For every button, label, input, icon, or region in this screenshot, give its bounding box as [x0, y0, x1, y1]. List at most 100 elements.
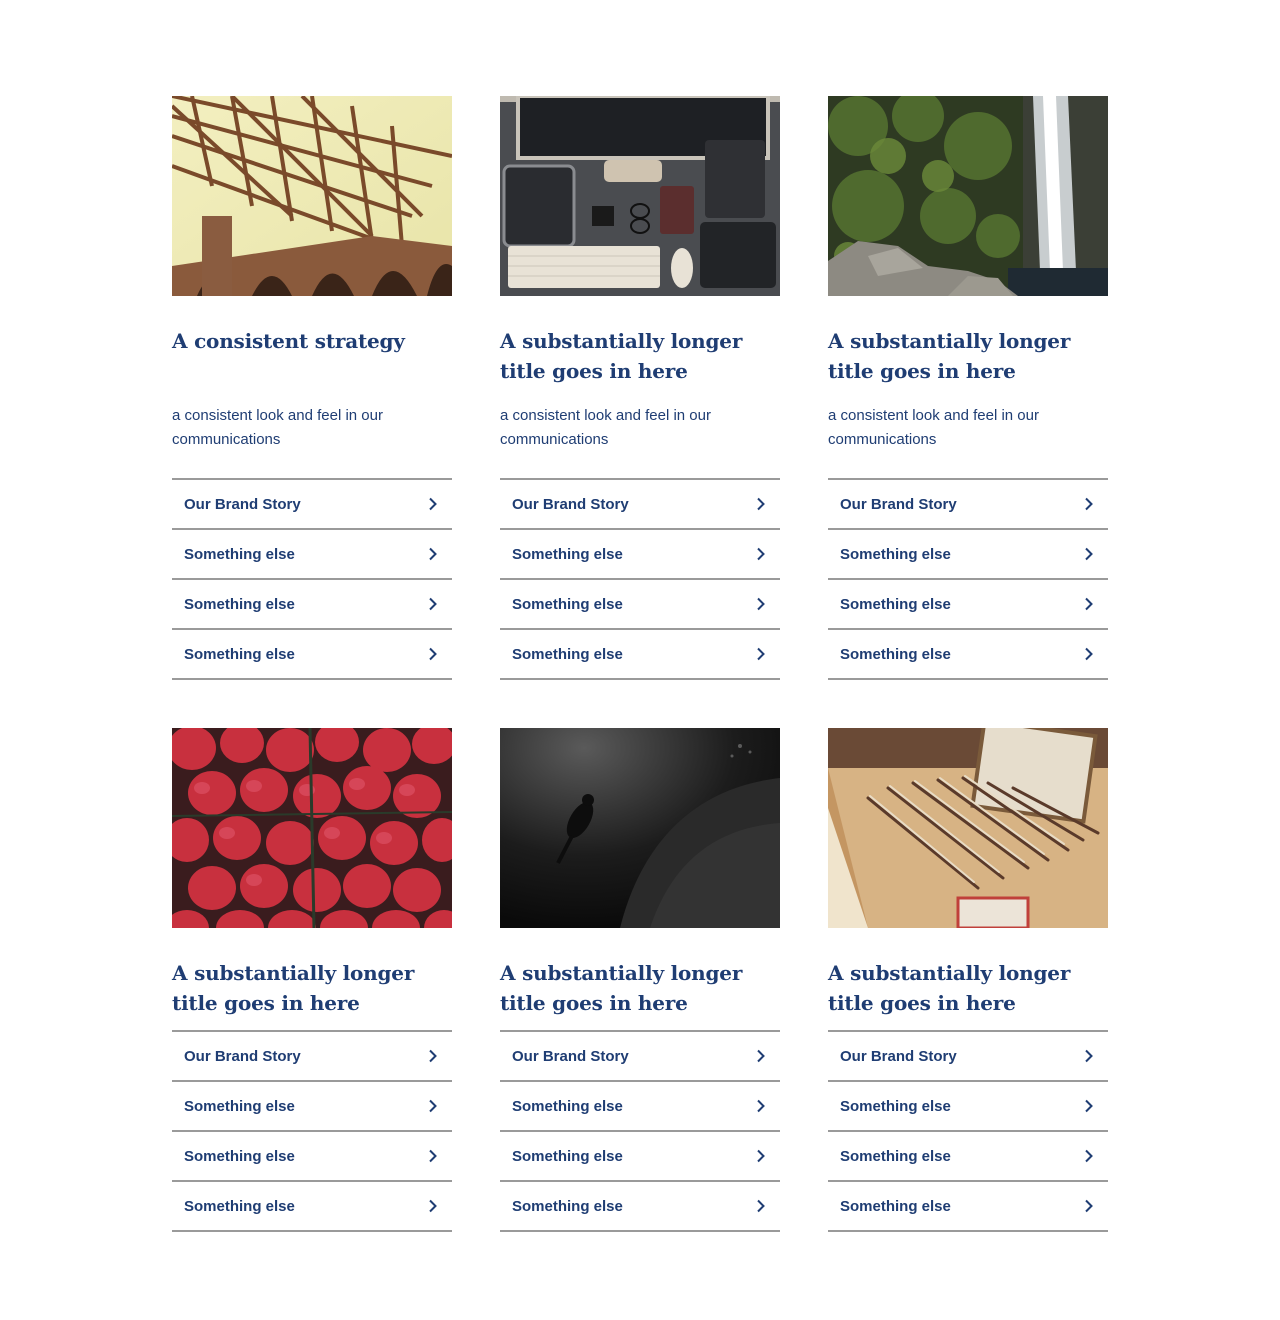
link-something-else[interactable]: Something else	[500, 1182, 780, 1232]
chevron-right-icon	[757, 1199, 765, 1213]
link-label: Something else	[512, 645, 623, 663]
link-label: Something else	[840, 1197, 951, 1215]
link-label: Something else	[840, 545, 951, 563]
link-label: Something else	[184, 545, 295, 563]
pencils-image	[828, 728, 1108, 928]
link-something-else[interactable]: Something else	[828, 1132, 1108, 1182]
card: A consistent strategy a consistent look …	[172, 96, 452, 680]
link-list: Our Brand Story Something else Something…	[828, 478, 1108, 680]
link-something-else[interactable]: Something else	[172, 630, 452, 680]
card: A substantially longer title goes in her…	[828, 728, 1108, 1232]
card: A substantially longer title goes in her…	[828, 96, 1108, 680]
card-row: A substantially longer title goes in her…	[172, 728, 1108, 1232]
card-description: a consistent look and feel in our commun…	[500, 407, 711, 448]
card-title: A substantially longer title goes in her…	[500, 961, 743, 1015]
diver-image	[500, 728, 780, 928]
link-something-else[interactable]: Something else	[500, 1082, 780, 1132]
link-something-else[interactable]: Something else	[828, 1082, 1108, 1132]
link-something-else[interactable]: Something else	[828, 1182, 1108, 1232]
link-label: Something else	[184, 1147, 295, 1165]
link-label: Something else	[184, 1197, 295, 1215]
link-label: Something else	[840, 1147, 951, 1165]
link-our-brand-story[interactable]: Our Brand Story	[828, 480, 1108, 530]
card-title: A substantially longer title goes in her…	[828, 961, 1071, 1015]
link-something-else[interactable]: Something else	[172, 530, 452, 580]
chevron-right-icon	[757, 1049, 765, 1063]
chevron-right-icon	[429, 597, 437, 611]
link-list: Our Brand Story Something else Something…	[828, 1030, 1108, 1232]
link-something-else[interactable]: Something else	[500, 580, 780, 630]
card-title: A substantially longer title goes in her…	[828, 329, 1071, 383]
chevron-right-icon	[1085, 547, 1093, 561]
chevron-right-icon	[1085, 1099, 1093, 1113]
link-label: Our Brand Story	[512, 1047, 629, 1065]
chevron-right-icon	[429, 497, 437, 511]
chevron-right-icon	[1085, 497, 1093, 511]
chevron-right-icon	[1085, 647, 1093, 661]
link-our-brand-story[interactable]: Our Brand Story	[828, 1032, 1108, 1082]
card-description: a consistent look and feel in our commun…	[172, 407, 383, 448]
card-description: a consistent look and feel in our commun…	[828, 407, 1039, 448]
link-label: Something else	[184, 595, 295, 613]
link-label: Something else	[840, 595, 951, 613]
chevron-right-icon	[429, 1199, 437, 1213]
link-label: Something else	[184, 1097, 295, 1115]
link-list: Our Brand Story Something else Something…	[172, 1030, 452, 1232]
link-list: Our Brand Story Something else Something…	[172, 478, 452, 680]
link-label: Our Brand Story	[840, 1047, 957, 1065]
chevron-right-icon	[429, 547, 437, 561]
link-our-brand-story[interactable]: Our Brand Story	[500, 480, 780, 530]
link-our-brand-story[interactable]: Our Brand Story	[172, 1032, 452, 1082]
card-grid: A consistent strategy a consistent look …	[172, 96, 1108, 1232]
link-something-else[interactable]: Something else	[500, 630, 780, 680]
chevron-right-icon	[757, 1099, 765, 1113]
chevron-right-icon	[429, 1149, 437, 1163]
chevron-right-icon	[429, 1099, 437, 1113]
link-label: Something else	[512, 1197, 623, 1215]
link-something-else[interactable]: Something else	[828, 630, 1108, 680]
chevron-right-icon	[1085, 1149, 1093, 1163]
chevron-right-icon	[1085, 1199, 1093, 1213]
link-something-else[interactable]: Something else	[828, 530, 1108, 580]
chevron-right-icon	[429, 647, 437, 661]
link-list: Our Brand Story Something else Something…	[500, 478, 780, 680]
card-row: A consistent strategy a consistent look …	[172, 96, 1108, 680]
link-something-else[interactable]: Something else	[172, 1132, 452, 1182]
chevron-right-icon	[1085, 597, 1093, 611]
link-something-else[interactable]: Something else	[500, 530, 780, 580]
link-label: Something else	[840, 645, 951, 663]
chevron-right-icon	[429, 1049, 437, 1063]
link-something-else[interactable]: Something else	[172, 1182, 452, 1232]
link-label: Our Brand Story	[184, 495, 301, 513]
card: A substantially longer title goes in her…	[500, 96, 780, 680]
link-label: Something else	[512, 595, 623, 613]
link-label: Our Brand Story	[512, 495, 629, 513]
chevron-right-icon	[1085, 1049, 1093, 1063]
link-something-else[interactable]: Something else	[172, 580, 452, 630]
link-label: Something else	[512, 1097, 623, 1115]
card-title: A consistent strategy	[172, 329, 405, 353]
link-our-brand-story[interactable]: Our Brand Story	[500, 1032, 780, 1082]
card-title: A substantially longer title goes in her…	[172, 961, 415, 1015]
chevron-right-icon	[757, 597, 765, 611]
link-label: Something else	[512, 545, 623, 563]
desk-image	[500, 96, 780, 296]
link-label: Something else	[512, 1147, 623, 1165]
chevron-right-icon	[757, 497, 765, 511]
card-title: A substantially longer title goes in her…	[500, 329, 743, 383]
card: A substantially longer title goes in her…	[172, 728, 452, 1232]
bridge-image	[172, 96, 452, 296]
link-list: Our Brand Story Something else Something…	[500, 1030, 780, 1232]
link-label: Our Brand Story	[840, 495, 957, 513]
link-something-else[interactable]: Something else	[828, 580, 1108, 630]
link-something-else[interactable]: Something else	[500, 1132, 780, 1182]
link-label: Something else	[184, 645, 295, 663]
chevron-right-icon	[757, 547, 765, 561]
chevron-right-icon	[757, 647, 765, 661]
link-something-else[interactable]: Something else	[172, 1082, 452, 1132]
chevron-right-icon	[757, 1149, 765, 1163]
waterfall-image	[828, 96, 1108, 296]
link-our-brand-story[interactable]: Our Brand Story	[172, 480, 452, 530]
strawberries-image	[172, 728, 452, 928]
card: A substantially longer title goes in her…	[500, 728, 780, 1232]
